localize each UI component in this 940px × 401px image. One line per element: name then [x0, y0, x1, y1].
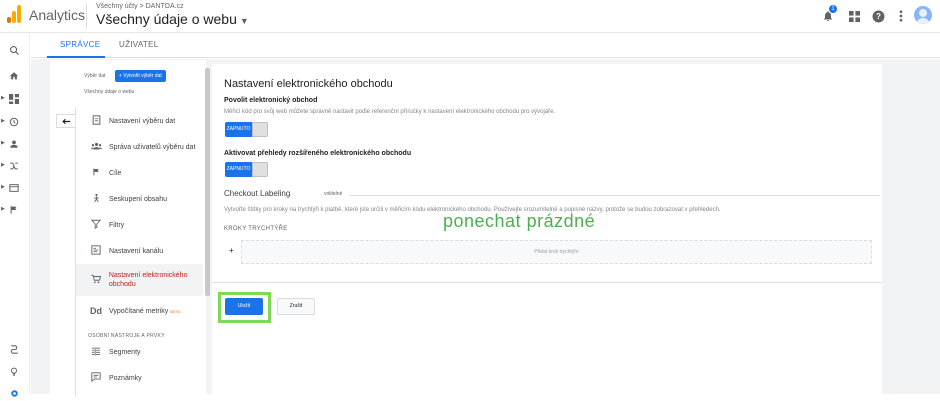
- left-nav: ▶ ▶ ▶ ▶ ▶ ▶: [0, 33, 30, 397]
- expand-arrow-icon: ▶: [1, 140, 5, 146]
- app-name: Analytics: [29, 7, 86, 23]
- enhanced-ecommerce-label: Aktivovat přehledy rozšířeného elektroni…: [224, 150, 412, 157]
- menu-item-label: Nastavení výběru dat: [109, 117, 176, 125]
- expand-arrow-icon: ▶: [1, 206, 5, 212]
- save-button[interactable]: Uložit: [225, 298, 263, 315]
- toggle-knob: [252, 122, 268, 137]
- avatar[interactable]: [914, 6, 932, 24]
- menu-item-label: Nastavení elektronického obchodu: [108, 272, 188, 288]
- admin-gear-icon[interactable]: [6, 385, 22, 401]
- svg-text:?: ?: [876, 12, 881, 21]
- people-icon: [88, 142, 104, 152]
- expand-arrow-icon: ▶: [1, 184, 5, 190]
- section-divider: [350, 195, 880, 196]
- view-column: Výběr dat + Vytvořit výběr dat Všechny ú…: [50, 60, 206, 397]
- enable-ecommerce-description: Měřicí kód pro svůj web můžete správně n…: [224, 109, 556, 115]
- page-title: Nastavení elektronického obchodu: [224, 78, 393, 90]
- admin-tabs: SPRÁVCE UŽIVATEL: [31, 33, 940, 58]
- more-vert-icon[interactable]: [893, 8, 909, 24]
- header-divider: [86, 4, 87, 28]
- lightbulb-icon[interactable]: [6, 363, 22, 379]
- enable-ecommerce-toggle[interactable]: ZAPNUTO: [225, 122, 268, 137]
- expand-arrow-icon: ▶: [1, 118, 5, 124]
- menu-item-segments[interactable]: Segmenty: [76, 339, 203, 365]
- add-funnel-step-field[interactable]: Přidat krok trychtýře: [241, 240, 872, 264]
- menu-item-label: Nastavení kanálu: [109, 247, 164, 255]
- menu-item-label: Cíle: [109, 169, 122, 177]
- menu-item-label: Správa uživatelů výběru dat: [109, 143, 196, 151]
- segments-icon: [88, 346, 104, 358]
- menu-item-goals[interactable]: Cíle: [76, 160, 203, 186]
- person-icon[interactable]: [6, 136, 22, 152]
- expand-arrow-icon: ▶: [1, 162, 5, 168]
- toggle-knob: [252, 162, 268, 177]
- flag-icon: [88, 167, 104, 179]
- menu-item-filters[interactable]: Filtry: [76, 212, 203, 238]
- property-selector[interactable]: Všechny údaje o webu ▼: [96, 11, 249, 27]
- add-funnel-step-placeholder: Přidat krok trychtýře: [534, 249, 579, 255]
- enhanced-ecommerce-toggle[interactable]: ZAPNUTO: [225, 162, 268, 177]
- column-scrollbar[interactable]: [205, 68, 210, 296]
- menu-item-annotations[interactable]: Poznámky: [76, 365, 203, 391]
- search-icon[interactable]: [6, 42, 22, 58]
- acquisition-icon[interactable]: [6, 158, 22, 174]
- menu-item-label: Segmenty: [109, 348, 141, 356]
- menu-item-label: Vypočítané metriky: [109, 307, 169, 315]
- dd-icon: Dd: [90, 306, 102, 316]
- channel-icon: [88, 245, 104, 257]
- property-name: Všechny údaje o webu: [96, 11, 237, 27]
- add-icon[interactable]: +: [229, 246, 234, 255]
- menu-item-view-settings[interactable]: Nastavení výběru dat: [76, 108, 203, 134]
- menu-item-calculated-metrics[interactable]: Dd Vypočítané metriky BETA: [76, 298, 203, 324]
- menu-item-label-wrap: Vypočítané metriky BETA: [109, 307, 180, 316]
- cancel-button[interactable]: Zrušit: [277, 298, 315, 315]
- top-bar: Analytics Všechny účty > DANTOA.cz Všech…: [0, 0, 940, 33]
- tab-user[interactable]: UŽIVATEL: [119, 40, 158, 49]
- attribution-icon[interactable]: [6, 341, 22, 357]
- view-label: Výběr dat: [84, 73, 106, 79]
- conversions-flag-icon[interactable]: [6, 202, 22, 218]
- view-selector[interactable]: Všechny údaje o webu: [84, 89, 134, 95]
- back-arrow-button[interactable]: [56, 114, 76, 128]
- person-walking-icon: [88, 193, 104, 205]
- form-divider: [212, 282, 882, 283]
- tab-admin[interactable]: SPRÁVCE: [60, 40, 100, 49]
- beta-badge: BETA: [170, 308, 181, 314]
- enable-ecommerce-label: Povolit elektronický obchod: [224, 97, 318, 104]
- breadcrumb[interactable]: Všechny účty > DANTOA.cz: [96, 3, 184, 10]
- behavior-icon[interactable]: [6, 180, 22, 196]
- menu-item-channel-settings[interactable]: Nastavení kanálu: [76, 238, 203, 264]
- notification-badge: 1: [829, 5, 837, 13]
- home-icon[interactable]: [6, 68, 22, 84]
- notes-icon: [88, 372, 104, 384]
- menu-item-label: Seskupení obsahu: [109, 195, 167, 203]
- optional-label: volitelné: [324, 191, 343, 197]
- menu-item-content-grouping[interactable]: Seskupení obsahu: [76, 186, 203, 212]
- expand-arrow-icon: ▶: [1, 95, 5, 101]
- toggle-on-label: ZAPNUTO: [225, 162, 252, 177]
- create-view-button[interactable]: + Vytvořit výběr dat: [115, 70, 166, 82]
- document-icon: [88, 115, 104, 127]
- clock-icon[interactable]: [6, 114, 22, 130]
- menu-item-label: Poznámky: [109, 374, 142, 382]
- cart-icon: [88, 274, 104, 286]
- menu-item-label: Filtry: [109, 221, 125, 229]
- filter-icon: [88, 219, 104, 231]
- checkout-labeling-title: Checkout Labeling: [224, 189, 291, 198]
- menu-item-view-users[interactable]: Správa uživatelů výběru dat: [76, 134, 203, 160]
- handwritten-annotation: ponechat prázdné: [443, 211, 596, 231]
- toggle-on-label: ZAPNUTO: [225, 122, 252, 137]
- caret-down-icon: ▼: [239, 16, 249, 26]
- ecommerce-settings-panel: Nastavení elektronického obchodu Povolit…: [212, 64, 882, 394]
- apps-icon[interactable]: [846, 8, 862, 24]
- funnel-steps-heading: KROKY TRYCHTÝŘE: [224, 226, 288, 232]
- analytics-logo[interactable]: [7, 5, 21, 23]
- dashboard-icon[interactable]: [6, 91, 22, 107]
- help-icon[interactable]: ?: [870, 8, 886, 24]
- active-tab-indicator: [47, 56, 105, 58]
- menu-item-ecommerce-settings[interactable]: Nastavení elektronického obchodu: [76, 264, 203, 296]
